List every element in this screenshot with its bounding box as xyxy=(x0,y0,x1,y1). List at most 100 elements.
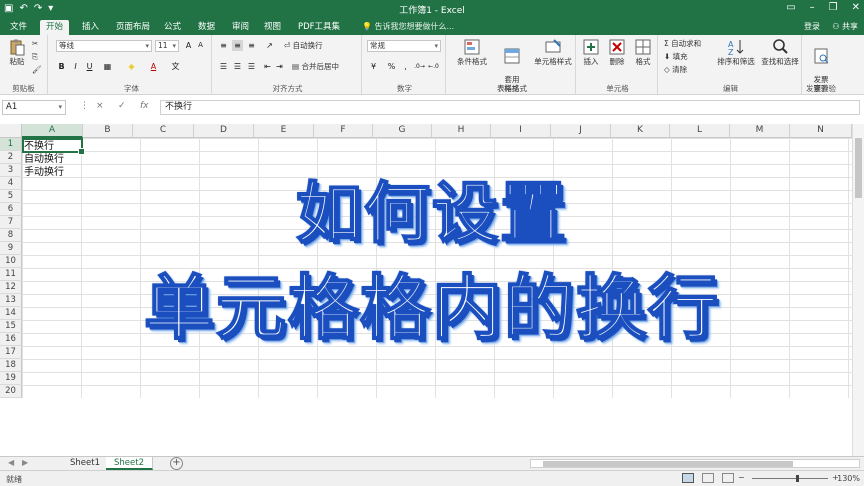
page-break-view-icon[interactable] xyxy=(722,473,734,483)
lightbulb-icon: 💡 xyxy=(362,22,375,31)
italic-button[interactable]: I xyxy=(70,61,81,72)
orientation-icon[interactable]: ↗ xyxy=(264,40,275,51)
minimize-icon[interactable]: – xyxy=(810,2,815,13)
row-header[interactable]: 20 xyxy=(0,385,22,398)
font-name-select[interactable]: 等线 xyxy=(56,40,152,52)
increase-indent-icon[interactable]: ⇥ xyxy=(274,61,285,72)
cancel-entry-icon[interactable]: × xyxy=(96,101,104,111)
column-header[interactable]: M xyxy=(730,124,790,138)
clear-button[interactable]: ◇ 清除 xyxy=(664,65,687,75)
column-header[interactable]: I xyxy=(491,124,551,138)
font-color-button[interactable]: A xyxy=(148,61,159,72)
prev-sheet-icon[interactable]: ◀ xyxy=(8,458,14,467)
zoom-slider-knob[interactable] xyxy=(796,475,799,482)
next-sheet-icon[interactable]: ▶ xyxy=(22,458,28,467)
confirm-entry-icon[interactable]: ✓ xyxy=(118,101,126,111)
ribbon-display-icon[interactable]: ▭ xyxy=(786,2,795,13)
formula-input[interactable]: 不换行 xyxy=(160,100,860,115)
shrink-font-icon[interactable]: A xyxy=(195,40,206,51)
align-left-icon[interactable]: ☰ xyxy=(218,61,229,72)
zoom-level[interactable]: 130% xyxy=(837,474,860,483)
paste-button[interactable]: 粘贴 xyxy=(0,38,34,66)
wrap-text-button[interactable]: ⏎ 自动换行 xyxy=(284,41,323,51)
row-header[interactable]: 19 xyxy=(0,372,22,385)
decrease-decimal-icon[interactable]: ←.0 xyxy=(428,61,439,72)
sheet-tab-sheet2[interactable]: Sheet2 xyxy=(106,457,153,470)
format-cells-button[interactable]: 格式 xyxy=(630,38,656,66)
paste-label: 粘贴 xyxy=(9,57,25,66)
insert-cells-button[interactable]: 插入 xyxy=(578,38,604,66)
tab-pdf-tools[interactable]: PDF工具集 xyxy=(292,20,346,35)
invoice-icon xyxy=(814,48,829,64)
underline-button[interactable]: U xyxy=(84,61,95,72)
insert-function-icon[interactable]: fx xyxy=(140,101,149,111)
close-icon[interactable]: ✕ xyxy=(852,2,860,13)
align-right-icon[interactable]: ☰ xyxy=(246,61,257,72)
copy-icon[interactable]: ⎘ xyxy=(32,52,38,62)
tab-home[interactable]: 开始 xyxy=(40,20,70,35)
row-header[interactable]: 1 xyxy=(0,138,22,151)
comma-button[interactable]: , xyxy=(400,61,411,72)
tab-file[interactable]: 文件 xyxy=(4,20,33,35)
tab-review[interactable]: 审阅 xyxy=(226,20,255,35)
cut-icon[interactable]: ✂ xyxy=(32,39,38,49)
cell-styles-button[interactable]: 单元格样式 xyxy=(532,38,574,66)
fill-button[interactable]: ⬇ 填充 xyxy=(664,52,688,62)
add-sheet-button[interactable]: + xyxy=(170,457,183,470)
align-middle-icon[interactable]: ≡ xyxy=(232,40,243,51)
fill-color-icon[interactable]: ◈ xyxy=(126,61,137,72)
align-top-icon[interactable]: ≡ xyxy=(218,40,229,51)
page-layout-view-icon[interactable] xyxy=(702,473,714,483)
zoom-out-button[interactable]: − xyxy=(738,473,745,482)
grow-font-icon[interactable]: A xyxy=(183,40,194,51)
column-header[interactable]: D xyxy=(194,124,254,138)
horizontal-scroll-thumb[interactable] xyxy=(543,461,793,467)
tab-insert[interactable]: 插入 xyxy=(76,20,105,35)
font-size-select[interactable]: 11 xyxy=(155,40,179,52)
column-header[interactable]: J xyxy=(551,124,611,138)
decrease-indent-icon[interactable]: ⇤ xyxy=(262,61,273,72)
column-header[interactable]: C xyxy=(133,124,194,138)
tell-me-box[interactable]: 💡 告诉我您想要做什么... xyxy=(362,21,454,32)
number-format-select[interactable]: 常规 xyxy=(367,40,441,52)
format-painter-icon[interactable]: 🖌 xyxy=(32,65,42,75)
restore-icon[interactable]: ❐ xyxy=(829,2,838,13)
horizontal-scrollbar[interactable] xyxy=(530,459,860,468)
column-header[interactable]: F xyxy=(314,124,373,138)
column-header[interactable]: L xyxy=(670,124,730,138)
wrap-text-icon: ⏎ xyxy=(284,41,293,50)
sheet-tab-sheet1[interactable]: Sheet1 xyxy=(62,457,109,470)
find-select-button[interactable]: 查找和选择 xyxy=(758,38,802,66)
merge-center-button[interactable]: ▤ 合并后居中 xyxy=(292,62,339,72)
borders-icon[interactable]: ▦ xyxy=(102,61,113,72)
align-bottom-icon[interactable]: ≡ xyxy=(246,40,257,51)
bold-button[interactable]: B xyxy=(56,61,67,72)
percent-button[interactable]: % xyxy=(386,61,397,72)
column-header[interactable]: K xyxy=(611,124,670,138)
share-button[interactable]: ⚇ 共享 xyxy=(832,21,858,32)
currency-icon[interactable]: ¥ xyxy=(368,61,379,72)
conditional-format-button[interactable]: 条件格式 xyxy=(452,38,492,66)
delete-cells-button[interactable]: 删除 xyxy=(604,38,630,66)
tab-data[interactable]: 数据 xyxy=(192,20,221,35)
column-header[interactable]: H xyxy=(432,124,491,138)
increase-decimal-icon[interactable]: .0→ xyxy=(414,61,425,72)
column-header[interactable]: G xyxy=(373,124,432,138)
column-header[interactable]: E xyxy=(254,124,314,138)
tab-view[interactable]: 视图 xyxy=(258,20,287,35)
phonetic-icon[interactable]: 文 xyxy=(170,61,181,72)
select-all-corner[interactable] xyxy=(0,124,22,138)
align-center-icon[interactable]: ☰ xyxy=(232,61,243,72)
row-header[interactable]: 18 xyxy=(0,359,22,372)
column-header[interactable]: A xyxy=(22,124,83,138)
column-header[interactable]: N xyxy=(790,124,852,138)
login-link[interactable]: 登录 xyxy=(804,21,820,32)
column-header[interactable]: B xyxy=(83,124,133,138)
tab-formulas[interactable]: 公式 xyxy=(158,20,187,35)
sort-filter-button[interactable]: AZ 排序和筛选 xyxy=(714,38,758,66)
tab-page-layout[interactable]: 页面布局 xyxy=(110,20,156,35)
zoom-slider[interactable] xyxy=(752,475,828,482)
normal-view-icon[interactable] xyxy=(682,473,694,483)
autosum-button[interactable]: Σ 自动求和 xyxy=(664,39,701,49)
name-box[interactable]: A1 xyxy=(2,100,66,115)
